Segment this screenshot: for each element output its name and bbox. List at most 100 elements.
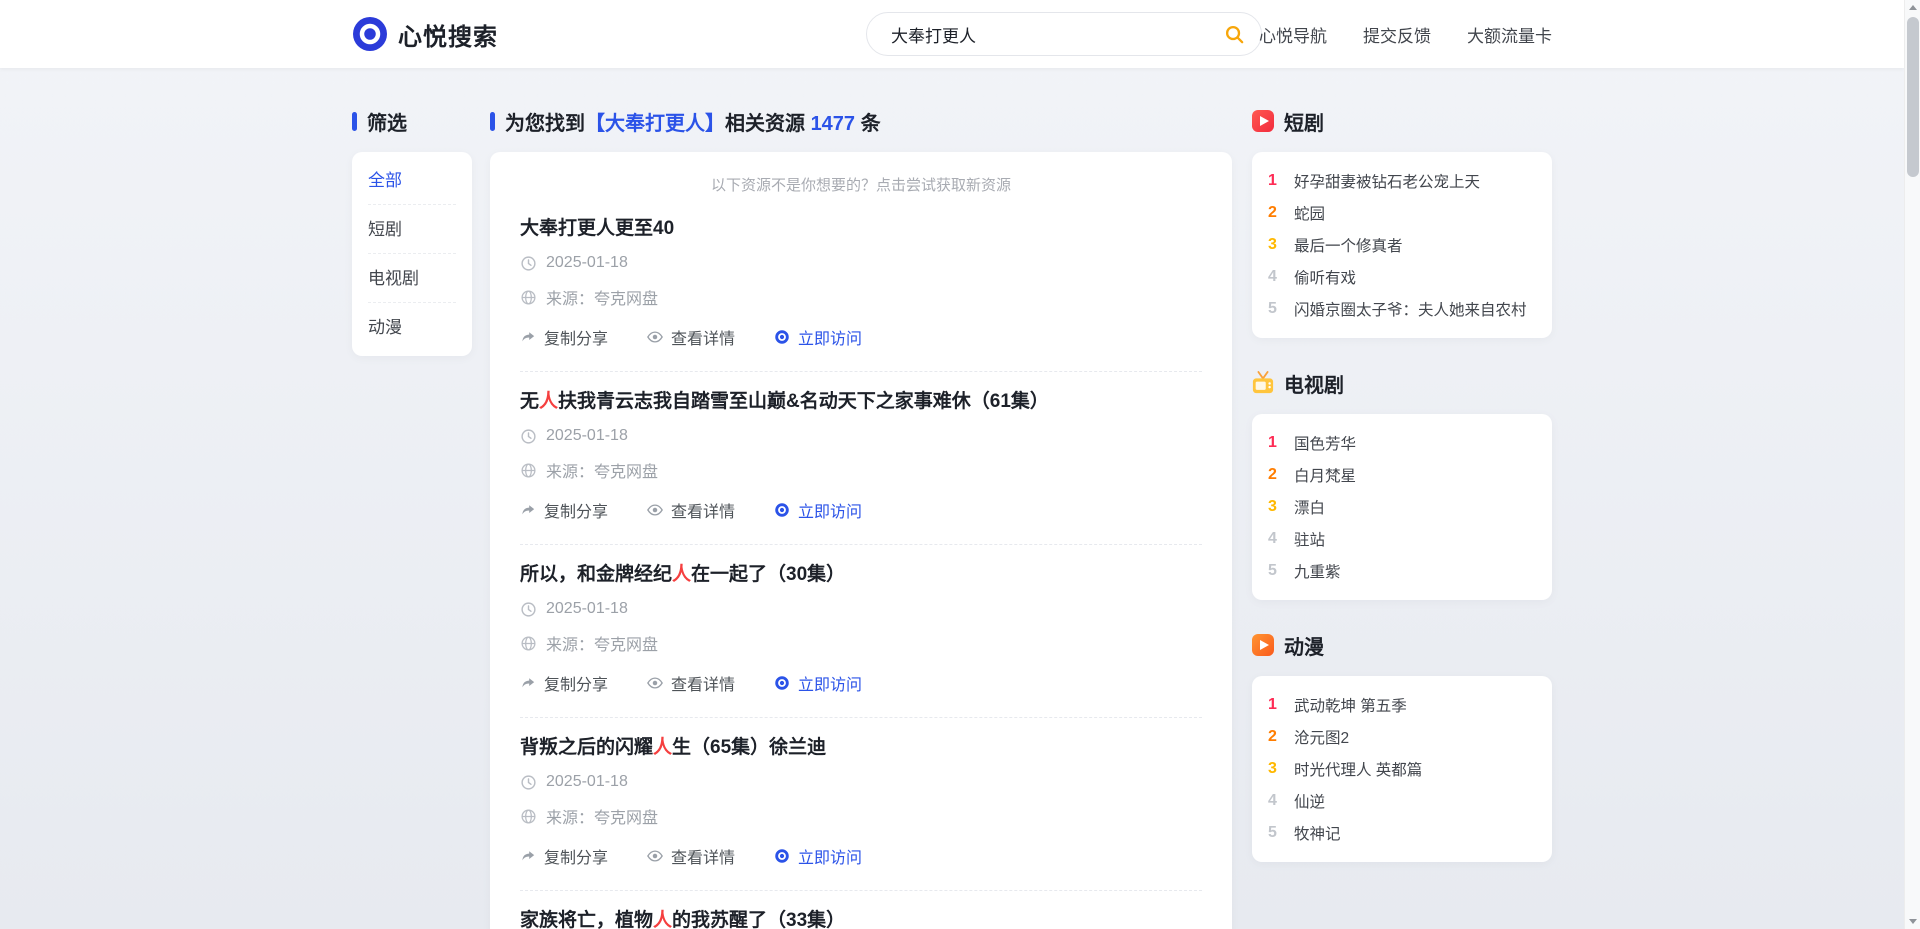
visit-now-button[interactable]: 立即访问	[773, 325, 862, 349]
filter-item-anime[interactable]: 动漫	[368, 303, 456, 352]
result-source: 来源：夸克网盘	[546, 285, 658, 309]
nav-link-feedback[interactable]: 提交反馈	[1363, 22, 1431, 47]
visit-now-button[interactable]: 立即访问	[773, 844, 862, 868]
rank-section: 动漫 1 武动乾坤 第五季 2 沧元图2 3 时光代理人 英都篇 4 仙逆 5 …	[1252, 632, 1552, 862]
filter-item-tv-series[interactable]: 电视剧	[368, 254, 456, 303]
rank-list-item[interactable]: 3 最后一个修真者	[1268, 229, 1536, 261]
rank-item-title: 漂白	[1294, 496, 1325, 518]
result-actions: 复制分享 查看详情 立即访问	[520, 844, 1202, 868]
rank-number: 1	[1268, 434, 1288, 452]
rank-list-item[interactable]: 5 闪婚京圈太子爷：夫人她来自农村	[1268, 293, 1536, 325]
rank-list-item[interactable]: 5 九重紫	[1268, 555, 1536, 587]
scrollbar[interactable]	[1904, 0, 1920, 929]
result-date: 2025-01-18	[546, 773, 628, 791]
result-title-link[interactable]: 大奉打更人更至40	[520, 217, 1202, 241]
rank-section-title: 电视剧	[1284, 369, 1344, 398]
rank-number: 4	[1268, 530, 1288, 548]
rank-card: 1 武动乾坤 第五季 2 沧元图2 3 时光代理人 英都篇 4 仙逆 5 牧神记	[1252, 676, 1552, 862]
rank-section-header: 短剧	[1252, 108, 1552, 134]
scroll-up-arrow-icon[interactable]	[1905, 0, 1920, 16]
result-title-link[interactable]: 背叛之后的闪耀人生（65集）徐兰迪	[520, 736, 1202, 760]
results-card: 以下资源不是你想要的？点击尝试获取新资源 大奉打更人更至40 2025-01-1…	[490, 152, 1232, 929]
search-button[interactable]	[1207, 13, 1261, 55]
target-icon	[773, 501, 791, 519]
rank-number: 2	[1268, 728, 1288, 746]
rank-list-item[interactable]: 4 驻站	[1268, 523, 1536, 555]
filter-card: 全部 短剧 电视剧 动漫	[352, 152, 472, 356]
copy-share-button[interactable]: 复制分享	[520, 325, 608, 349]
filter-item-all[interactable]: 全部	[368, 156, 456, 205]
result-date-row: 2025-01-18	[520, 600, 1202, 618]
rank-list-item[interactable]: 2 白月梵星	[1268, 459, 1536, 491]
short-drama-play-icon	[1252, 110, 1274, 132]
header-nav: 心悦导航 提交反馈 大额流量卡	[1259, 0, 1552, 68]
rank-item-title: 九重紫	[1294, 560, 1341, 582]
refresh-resources-link[interactable]: 以下资源不是你想要的？点击尝试获取新资源	[520, 174, 1202, 195]
rank-list-item[interactable]: 3 漂白	[1268, 491, 1536, 523]
rank-item-title: 最后一个修真者	[1294, 234, 1403, 256]
rank-list-item[interactable]: 5 牧神记	[1268, 817, 1536, 849]
result-source-row: 来源：夸克网盘	[520, 804, 1202, 828]
rank-number: 3	[1268, 236, 1288, 254]
visit-now-button[interactable]: 立即访问	[773, 498, 862, 522]
result-title-link[interactable]: 所以，和金牌经纪人在一起了（30集）	[520, 563, 1202, 587]
clock-icon	[520, 774, 537, 791]
filter-item-short-drama[interactable]: 短剧	[368, 205, 456, 254]
view-detail-button[interactable]: 查看详情	[646, 671, 735, 695]
result-title-link[interactable]: 家族将亡，植物人的我苏醒了（33集）	[520, 909, 1202, 929]
clock-icon	[520, 601, 537, 618]
visit-now-button[interactable]: 立即访问	[773, 671, 862, 695]
rank-item-title: 闪婚京圈太子爷：夫人她来自农村	[1294, 298, 1527, 320]
nav-link-site-nav[interactable]: 心悦导航	[1259, 22, 1327, 47]
globe-icon	[520, 808, 537, 825]
results-list: 大奉打更人更至40 2025-01-18 来源：夸克网盘 复制分享	[520, 199, 1202, 929]
rank-number: 5	[1268, 562, 1288, 580]
view-detail-button[interactable]: 查看详情	[646, 325, 735, 349]
rank-list-item[interactable]: 3 时光代理人 英都篇	[1268, 753, 1536, 785]
target-icon	[773, 847, 791, 865]
rank-list-item[interactable]: 1 武动乾坤 第五季	[1268, 689, 1536, 721]
eye-icon	[646, 501, 664, 519]
logo-text: 心悦搜索	[398, 17, 498, 52]
copy-share-button[interactable]: 复制分享	[520, 671, 608, 695]
summary-keyword[interactable]: 【大奉打更人】	[585, 113, 725, 135]
view-detail-button[interactable]: 查看详情	[646, 498, 735, 522]
page: 心悦搜索 心悦导航 提交反馈 大额流量卡	[0, 0, 1904, 929]
result-source-row: 来源：夸克网盘	[520, 631, 1202, 655]
rank-list-item[interactable]: 4 偷听有戏	[1268, 261, 1536, 293]
view-detail-button[interactable]: 查看详情	[646, 844, 735, 868]
result-title-link[interactable]: 无人扶我青云志我自踏雪至山巅&名动天下之家事难休（61集）	[520, 390, 1202, 414]
visit-now-label: 立即访问	[798, 498, 862, 522]
search-icon	[1223, 23, 1246, 46]
search-input[interactable]	[867, 24, 1207, 44]
rank-section: 电视剧 1 国色芳华 2 白月梵星 3 漂白 4 驻站 5 九重紫	[1252, 370, 1552, 600]
logo[interactable]: 心悦搜索	[352, 16, 498, 52]
result-date: 2025-01-18	[546, 254, 628, 272]
globe-icon	[520, 635, 537, 652]
logo-icon	[352, 16, 388, 52]
result-item: 大奉打更人更至40 2025-01-18 来源：夸克网盘 复制分享	[520, 199, 1202, 372]
globe-icon	[520, 462, 537, 479]
scrollbar-thumb[interactable]	[1907, 17, 1919, 177]
rank-list-item[interactable]: 1 好孕甜妻被钻石老公宠上天	[1268, 165, 1536, 197]
copy-share-button[interactable]: 复制分享	[520, 844, 608, 868]
rank-list-item[interactable]: 1 国色芳华	[1268, 427, 1536, 459]
scroll-down-arrow-icon[interactable]	[1905, 913, 1920, 929]
results-column: 为您找到【大奉打更人】相关资源 1477 条 以下资源不是你想要的？点击尝试获取…	[490, 108, 1232, 929]
rank-list-item[interactable]: 2 蛇园	[1268, 197, 1536, 229]
result-source-row: 来源：夸克网盘	[520, 458, 1202, 482]
rank-list-item[interactable]: 4 仙逆	[1268, 785, 1536, 817]
summary-middle: 相关资源	[725, 113, 811, 135]
rank-item-title: 偷听有戏	[1294, 266, 1356, 288]
result-item: 无人扶我青云志我自踏雪至山巅&名动天下之家事难休（61集） 2025-01-18…	[520, 372, 1202, 545]
rank-list-item[interactable]: 2 沧元图2	[1268, 721, 1536, 753]
title-keyword-highlight: 人	[653, 910, 672, 929]
nav-link-data-card[interactable]: 大额流量卡	[1467, 22, 1552, 47]
title-keyword-highlight: 人	[539, 391, 558, 412]
copy-share-label: 复制分享	[544, 325, 608, 349]
rank-item-title: 国色芳华	[1294, 432, 1356, 454]
title-text: 的我苏醒了（33集）	[672, 910, 845, 929]
clock-icon	[520, 255, 537, 272]
copy-share-button[interactable]: 复制分享	[520, 498, 608, 522]
view-detail-label: 查看详情	[671, 671, 735, 695]
